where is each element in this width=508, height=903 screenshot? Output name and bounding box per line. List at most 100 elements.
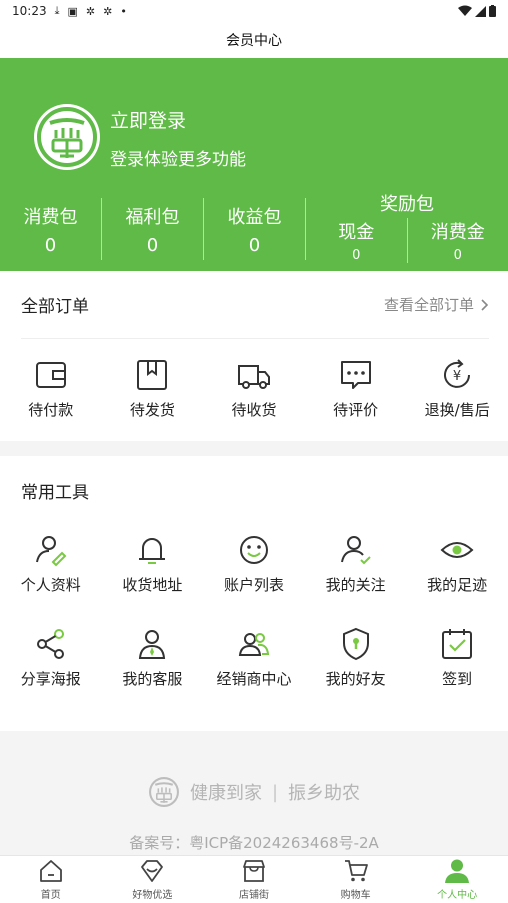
diamond-icon (141, 860, 164, 882)
tool-check-in[interactable]: 签到 (406, 626, 508, 689)
stat-consume-pack[interactable]: 消费包 0 (0, 198, 102, 260)
a-icon: ▣ (67, 4, 78, 18)
brand-logo-icon (148, 777, 179, 807)
truck-icon (237, 365, 270, 389)
member-center-page: 10:23 ⤓ ▣ ✲ ✲ • 会员中心 立即登录 登录体验更多功能 消费包 0… (0, 0, 508, 903)
share-icon (36, 629, 64, 659)
order-item-label: 待发货 (129, 401, 175, 419)
wallet-stats: 消费包 0 福利包 0 收益包 0 奖励包 现金 0 消费金 0 (0, 190, 508, 268)
svg-text:¥: ¥ (453, 369, 461, 384)
tool-following[interactable]: 我的关注 (305, 532, 407, 595)
tool-dealer-center[interactable]: 经销商中心 (203, 626, 305, 689)
user-icon (445, 859, 470, 883)
member-header: 立即登录 登录体验更多功能 消费包 0 福利包 0 收益包 0 奖励包 现金 0 (0, 58, 508, 271)
tool-label: 个人资料 (20, 576, 81, 594)
tab-home[interactable]: 首页 (0, 856, 102, 903)
tab-personal-center[interactable]: 个人中心 (406, 856, 508, 903)
stat-label: 消费包 (23, 206, 78, 228)
reward-label: 现金 (338, 222, 375, 243)
dealer-icon (238, 633, 270, 656)
view-all-orders-link[interactable]: 查看全部订单 (384, 294, 489, 315)
order-item-label: 退换/售后 (424, 401, 490, 419)
tool-label: 我的关注 (325, 576, 386, 594)
login-title[interactable]: 立即登录 (110, 106, 186, 133)
brand-logo-icon (37, 107, 97, 167)
tool-account-list[interactable]: 账户列表 (203, 532, 305, 595)
home-icon (39, 860, 62, 882)
login-subtitle[interactable]: 登录体验更多功能 (110, 145, 246, 170)
tab-label: 购物车 (340, 890, 371, 901)
tool-label: 我的客服 (122, 670, 183, 688)
tools-row-1: 个人资料 收货地址 账户列表 我的关注 我的足迹 (0, 532, 508, 595)
order-pending-payment[interactable]: 待付款 (0, 357, 102, 420)
footer-brand: 健康到家 | 振乡助农 (0, 776, 508, 808)
calendar-check-icon (442, 629, 473, 659)
tools-row-2: 分享海报 我的客服 经销商中心 我的好友 签到 (0, 626, 508, 689)
status-bar: 10:23 ⤓ ▣ ✲ ✲ • (0, 0, 508, 22)
stat-value: 0 (248, 234, 261, 256)
page-title: 会员中心 (226, 33, 282, 49)
order-after-sales[interactable]: ¥ 退换/售后 (406, 357, 508, 420)
reward-value: 0 (453, 248, 462, 263)
icp-record[interactable]: 备案号：粤ICP备2024263468号-2A (0, 832, 508, 853)
view-all-orders-label: 查看全部订单 (383, 296, 474, 314)
order-pending-shipment[interactable]: 待发货 (102, 357, 204, 420)
order-item-label: 待评价 (333, 401, 379, 419)
comment-icon (340, 361, 371, 389)
stat-label: 福利包 (125, 206, 180, 228)
profile-edit-icon (35, 536, 67, 567)
reward-title: 奖励包 (380, 194, 434, 215)
footer-slogan-right: 振乡助农 (288, 783, 361, 804)
wifi-icon (458, 5, 472, 16)
status-time: 10:23 (12, 4, 47, 18)
store-icon (243, 860, 265, 882)
tool-profile[interactable]: 个人资料 (0, 532, 102, 595)
order-item-label: 待收货 (231, 401, 277, 419)
package-icon (137, 360, 168, 390)
avatar[interactable] (34, 104, 100, 170)
reward-cash[interactable]: 现金 0 (306, 218, 407, 263)
reward-row: 现金 0 消费金 0 (306, 218, 508, 263)
reward-consume-gold[interactable]: 消费金 0 (406, 218, 508, 263)
tool-label: 收货地址 (122, 576, 183, 594)
tab-store-street[interactable]: 店铺街 (203, 856, 305, 903)
bug-icon: ✲ (85, 4, 96, 18)
tool-label: 签到 (442, 670, 473, 688)
tab-label: 好物优选 (132, 890, 173, 901)
wallet-icon (35, 362, 66, 388)
user-check-icon (340, 536, 371, 565)
order-pending-review[interactable]: 待评价 (305, 357, 407, 420)
smile-icon (239, 536, 268, 564)
order-status-row: 待付款 待发货 待收货 待评价 ¥ 退换/售后 (0, 357, 508, 420)
tool-label: 我的好友 (325, 670, 386, 688)
tool-share-poster[interactable]: 分享海报 (0, 626, 102, 689)
reward-value: 0 (352, 248, 361, 263)
status-left: 10:23 ⤓ ▣ ✲ ✲ • (12, 4, 127, 18)
reward-label: 消费金 (430, 222, 485, 243)
stat-income-pack[interactable]: 收益包 0 (204, 198, 306, 260)
tab-label: 个人中心 (437, 890, 478, 901)
tab-cart[interactable]: 购物车 (305, 856, 407, 903)
tool-address[interactable]: 收货地址 (102, 532, 204, 595)
tool-customer-service[interactable]: 我的客服 (102, 626, 204, 689)
tool-my-friends[interactable]: 我的好友 (305, 626, 407, 689)
download-icon: ⤓ (54, 4, 60, 17)
tab-featured[interactable]: 好物优选 (102, 856, 204, 903)
tools-title: 常用工具 (21, 483, 89, 503)
orders-header: 全部订单 查看全部订单 (21, 271, 489, 339)
bottom-tabbar: 首页 好物优选 店铺街 购物车 个人中心 (0, 855, 508, 903)
tool-footprint[interactable]: 我的足迹 (406, 532, 508, 595)
navbar: 会员中心 (0, 22, 508, 58)
order-pending-receipt[interactable]: 待收货 (203, 357, 305, 420)
battery-icon (489, 5, 496, 17)
footer-slogan-left: 健康到家 (189, 783, 262, 804)
reward-pack[interactable]: 奖励包 现金 0 消费金 0 (306, 190, 508, 268)
tool-label: 账户列表 (223, 576, 284, 594)
service-icon (139, 630, 166, 659)
tab-label: 首页 (40, 890, 61, 901)
tab-label: 店铺街 (238, 890, 269, 901)
orders-title: 全部订单 (21, 297, 89, 317)
shield-icon (342, 627, 369, 661)
eye-icon (440, 542, 474, 558)
stat-welfare-pack[interactable]: 福利包 0 (102, 198, 204, 260)
